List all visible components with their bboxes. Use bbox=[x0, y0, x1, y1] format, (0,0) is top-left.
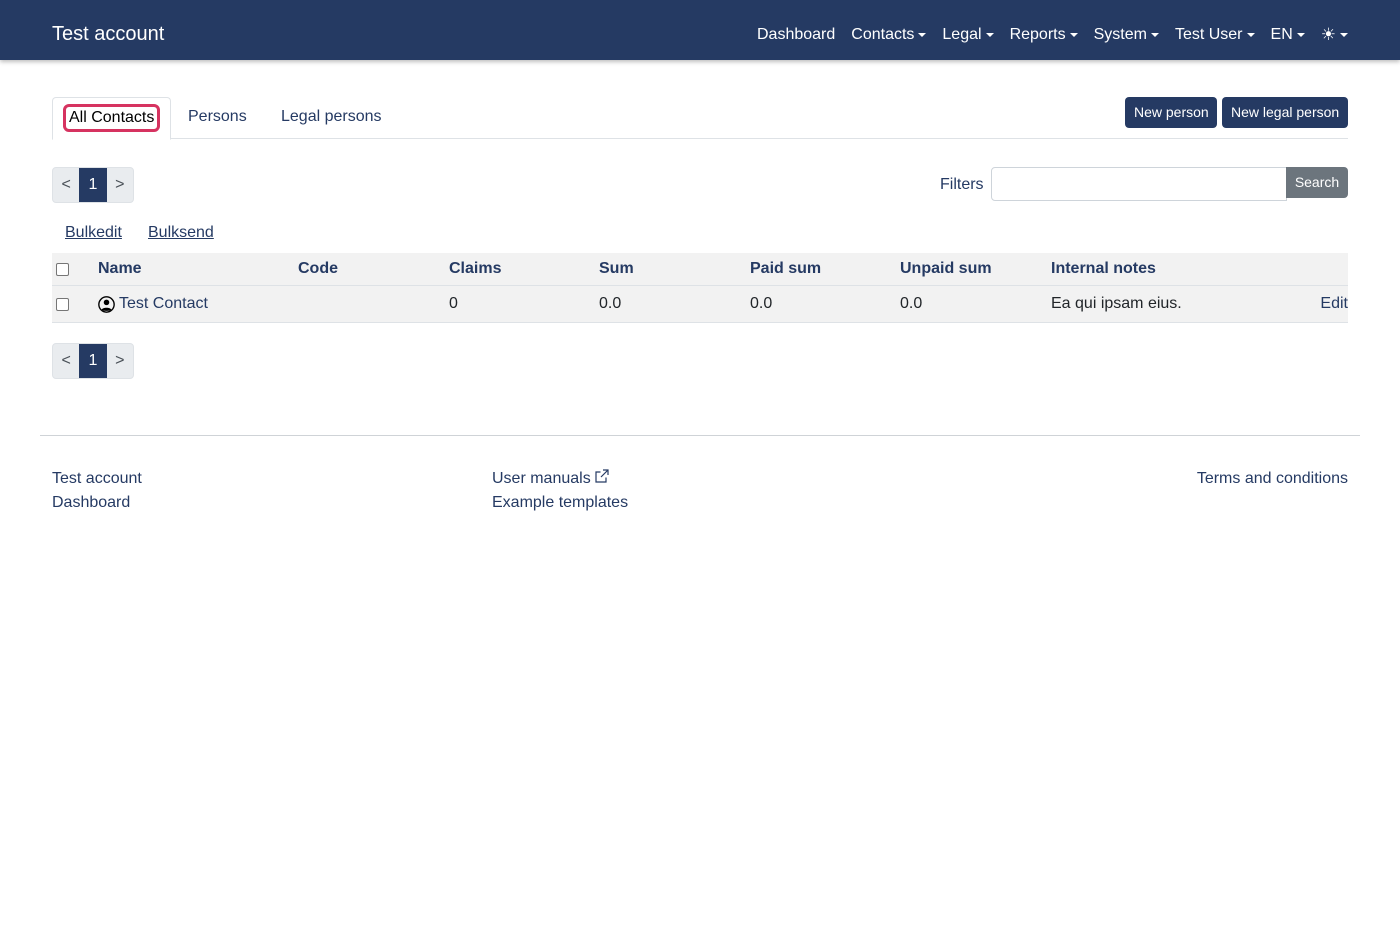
pagination-bottom: < 1 > bbox=[52, 343, 134, 379]
new-person-button[interactable]: New person bbox=[1125, 97, 1217, 128]
contact-name-cell: Test Contact bbox=[98, 286, 208, 322]
tab-legal-persons[interactable]: Legal persons bbox=[264, 97, 399, 139]
row-select-checkbox[interactable] bbox=[56, 297, 69, 311]
nav-contacts-dropdown[interactable]: Contacts bbox=[851, 24, 927, 46]
caret-down-icon bbox=[1296, 33, 1305, 37]
nav-theme-dropdown[interactable]: ☀ bbox=[1321, 24, 1348, 46]
nav-language-dropdown[interactable]: EN bbox=[1271, 24, 1305, 46]
nav-reports-dropdown[interactable]: Reports bbox=[1010, 24, 1078, 46]
contact-paid-sum-cell: 0.0 bbox=[750, 295, 773, 312]
header-sum[interactable]: Sum bbox=[599, 253, 634, 285]
footer-terms-link[interactable]: Terms and conditions bbox=[1197, 467, 1348, 491]
nav-legal-dropdown[interactable]: Legal bbox=[942, 24, 994, 46]
row-checkbox-cell bbox=[56, 286, 69, 322]
contact-unpaid-sum-cell: 0.0 bbox=[900, 295, 923, 312]
footer-user-manuals-label: User manuals bbox=[492, 470, 591, 487]
pagination-next-button[interactable]: > bbox=[107, 168, 133, 202]
header-claims[interactable]: Claims bbox=[449, 253, 501, 285]
table-header-row: Name Code Claims Sum Paid sum Unpaid sum… bbox=[52, 253, 1348, 286]
nav-dashboard[interactable]: Dashboard bbox=[757, 24, 835, 46]
person-circle-icon bbox=[98, 295, 115, 313]
pagination-page-button[interactable]: 1 bbox=[79, 168, 107, 202]
contact-name-text: Test Contact bbox=[119, 295, 208, 312]
tab-all-contacts-label: All Contacts bbox=[63, 104, 161, 132]
sun-icon: ☀ bbox=[1320, 25, 1336, 44]
nav-system-dropdown[interactable]: System bbox=[1094, 24, 1159, 46]
header-paid-sum[interactable]: Paid sum bbox=[750, 253, 821, 285]
contact-claims-cell: 0 bbox=[449, 295, 458, 312]
tab-all-contacts[interactable]: All Contacts bbox=[52, 97, 172, 140]
edit-link[interactable]: Edit bbox=[1320, 286, 1348, 322]
contacts-table: Name Code Claims Sum Paid sum Unpaid sum… bbox=[52, 253, 1348, 323]
caret-down-icon bbox=[1150, 33, 1159, 37]
caret-down-icon bbox=[1246, 33, 1255, 37]
footer-example-templates-link[interactable]: Example templates bbox=[492, 491, 628, 515]
footer-user-manuals-link[interactable]: User manuals bbox=[492, 467, 610, 491]
header-code[interactable]: Code bbox=[298, 253, 338, 285]
external-link-icon bbox=[595, 469, 609, 483]
footer-divider bbox=[40, 435, 1360, 436]
caret-down-icon bbox=[985, 33, 994, 37]
footer-dashboard-link[interactable]: Dashboard bbox=[52, 491, 130, 515]
caret-down-icon bbox=[1069, 33, 1078, 37]
top-navbar: Test account Dashboard Contacts Legal Re… bbox=[0, 0, 1400, 60]
contact-name-link[interactable]: Test Contact bbox=[98, 295, 208, 313]
filters-label: Filters bbox=[940, 176, 984, 193]
bulkedit-link[interactable]: Bulkedit bbox=[65, 224, 122, 242]
pagination-next-button[interactable]: > bbox=[107, 344, 133, 378]
nav-menu: Dashboard Contacts Legal Reports System … bbox=[757, 24, 1348, 46]
nav-user-dropdown[interactable]: Test User bbox=[1175, 24, 1255, 46]
footer-test-account-link[interactable]: Test account bbox=[52, 467, 142, 491]
filters-input[interactable] bbox=[991, 167, 1287, 201]
contact-internal-notes-cell: Ea qui ipsam eius. bbox=[1051, 295, 1182, 312]
bulksend-link[interactable]: Bulksend bbox=[148, 224, 214, 242]
header-internal-notes[interactable]: Internal notes bbox=[1051, 253, 1156, 285]
search-button[interactable]: Search bbox=[1286, 167, 1348, 198]
pagination-top: < 1 > bbox=[52, 167, 134, 203]
new-legal-person-button[interactable]: New legal person bbox=[1222, 97, 1348, 128]
select-all-checkbox-cell bbox=[56, 253, 69, 285]
pagination-prev-button[interactable]: < bbox=[53, 168, 79, 202]
tab-persons[interactable]: Persons bbox=[171, 97, 264, 139]
pagination-page-button[interactable]: 1 bbox=[79, 344, 107, 378]
contact-sum-cell: 0.0 bbox=[599, 295, 622, 312]
header-unpaid-sum[interactable]: Unpaid sum bbox=[900, 253, 992, 285]
caret-down-icon bbox=[1340, 33, 1348, 37]
caret-down-icon bbox=[918, 33, 927, 37]
header-name[interactable]: Name bbox=[98, 253, 142, 285]
brand-title[interactable]: Test account bbox=[52, 21, 164, 47]
select-all-checkbox[interactable] bbox=[56, 262, 69, 276]
table-row: Test Contact 0 0.0 0.0 0.0 Ea qui ipsam … bbox=[52, 286, 1348, 323]
pagination-prev-button[interactable]: < bbox=[53, 344, 79, 378]
